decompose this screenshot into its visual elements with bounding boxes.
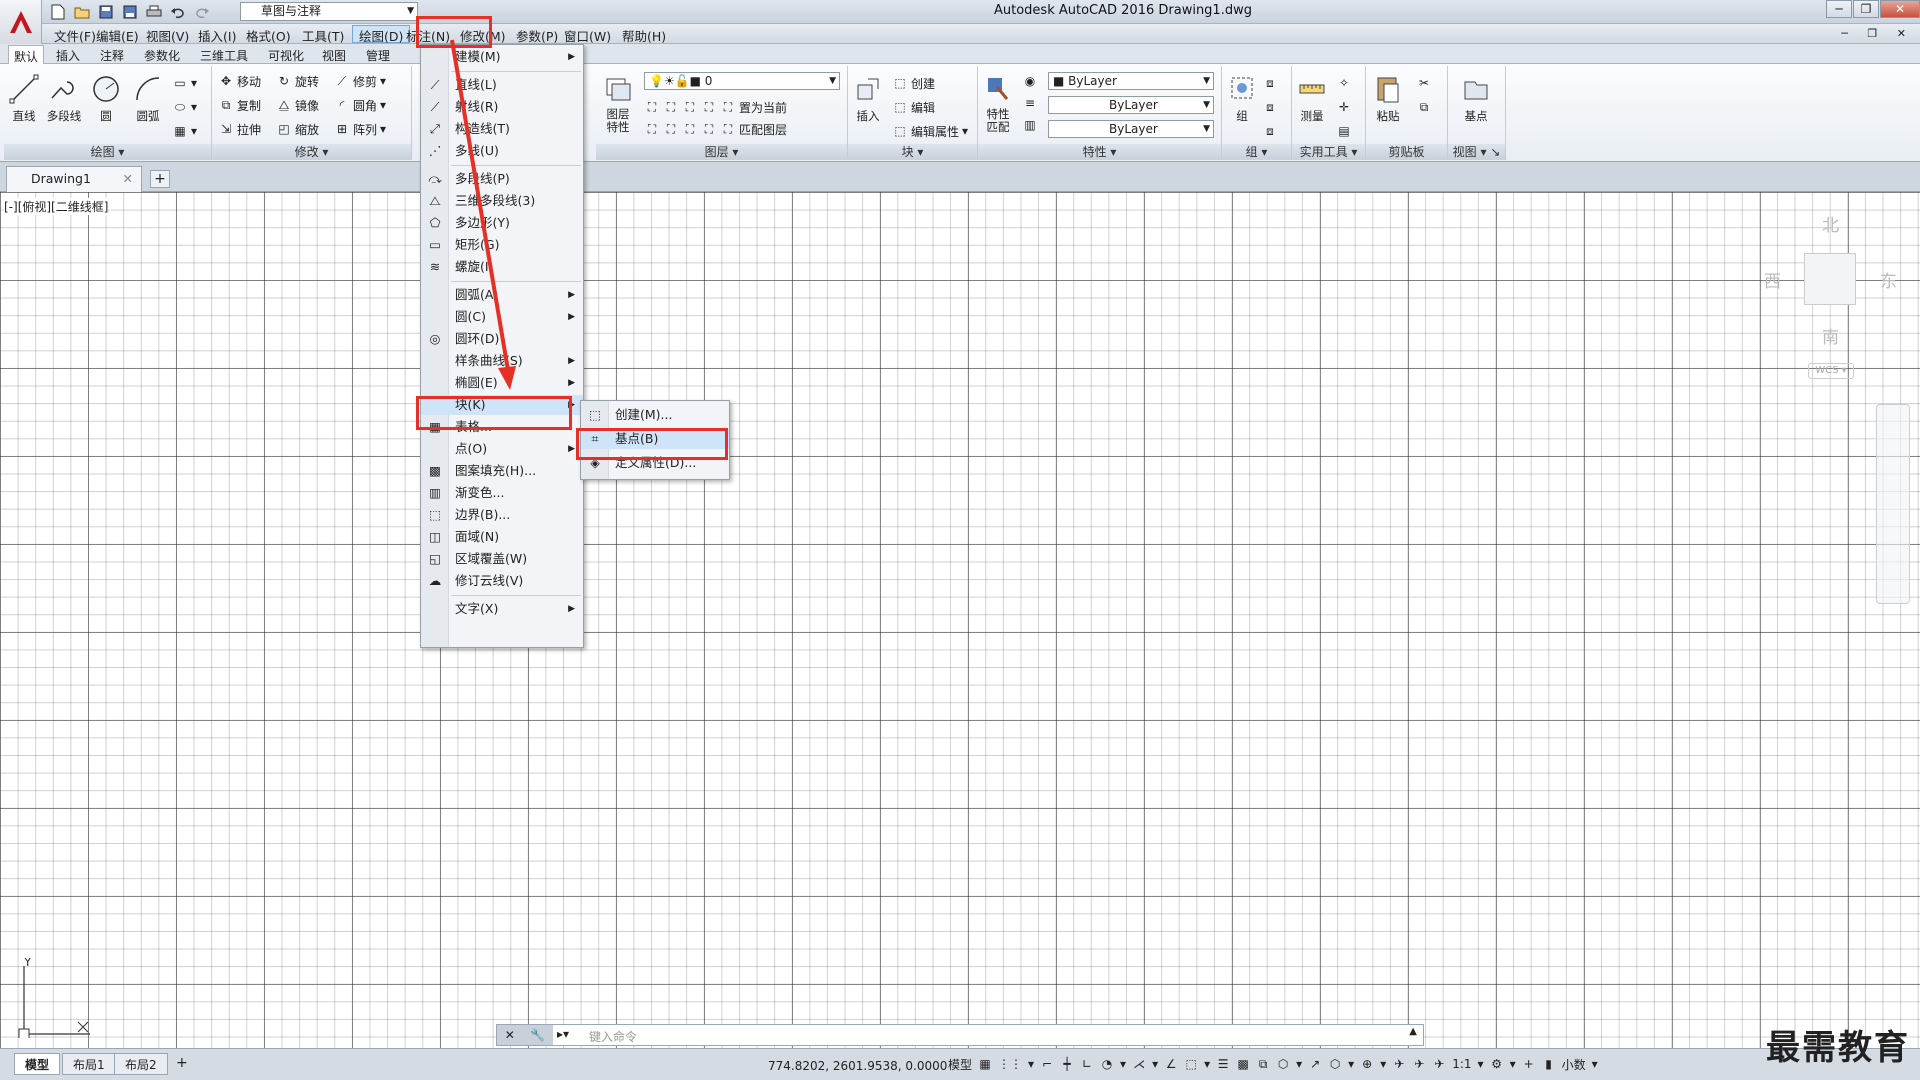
annotation-arrow (450, 39, 516, 390)
autocad-window: 草图与注释 ▼ Autodesk AutoCAD 2016 Drawing1.dw… (0, 0, 1920, 1080)
